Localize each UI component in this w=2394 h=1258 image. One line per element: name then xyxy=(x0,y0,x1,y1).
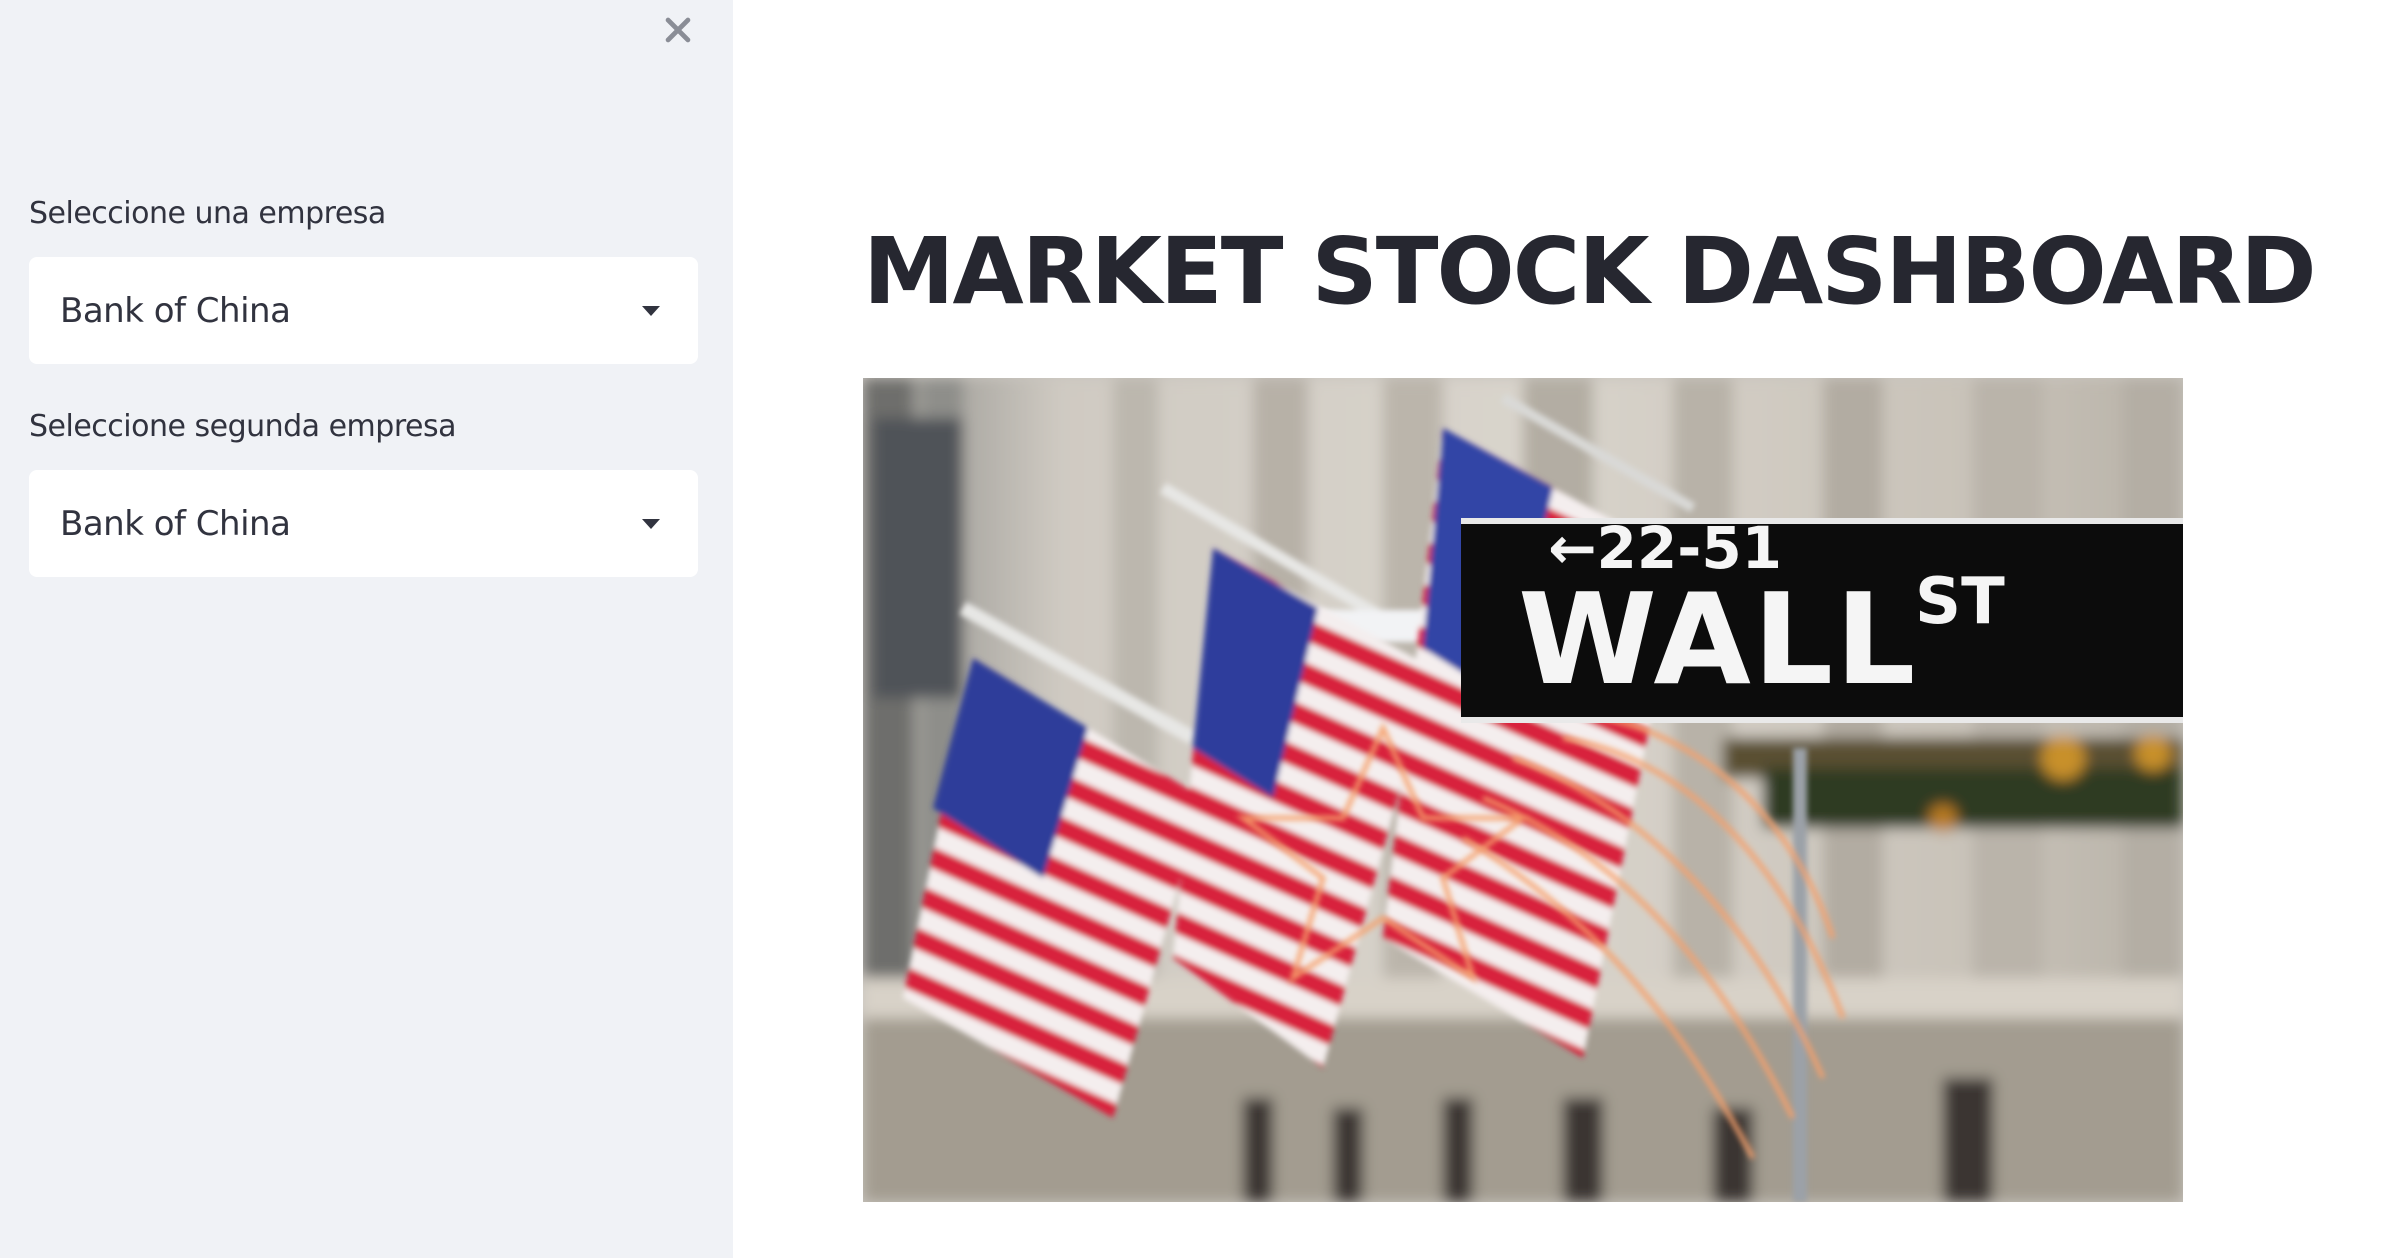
first-company-label: Seleccione una empresa xyxy=(29,196,386,231)
second-company-value: Bank of China xyxy=(60,503,291,544)
sign-suffix: ST xyxy=(1915,565,2005,639)
chevron-down-icon xyxy=(642,518,660,529)
page-title: MARKET STOCK DASHBOARD xyxy=(863,218,2317,325)
second-company-select[interactable]: Bank of China xyxy=(29,470,698,577)
sidebar: Seleccione una empresa Bank of China Sel… xyxy=(0,0,733,1258)
first-company-value: Bank of China xyxy=(60,290,291,331)
first-company-select[interactable]: Bank of China xyxy=(29,257,698,364)
main-content: MARKET STOCK DASHBOARD ←22-51 WALL ST xyxy=(733,0,2394,1258)
second-company-label: Seleccione segunda empresa xyxy=(29,409,456,444)
chevron-down-icon xyxy=(642,305,660,316)
sign-street: WALL xyxy=(1518,566,1917,713)
close-sidebar-button[interactable] xyxy=(656,8,700,52)
close-icon xyxy=(665,17,691,43)
wall-street-image: ←22-51 WALL ST xyxy=(863,378,2183,1202)
